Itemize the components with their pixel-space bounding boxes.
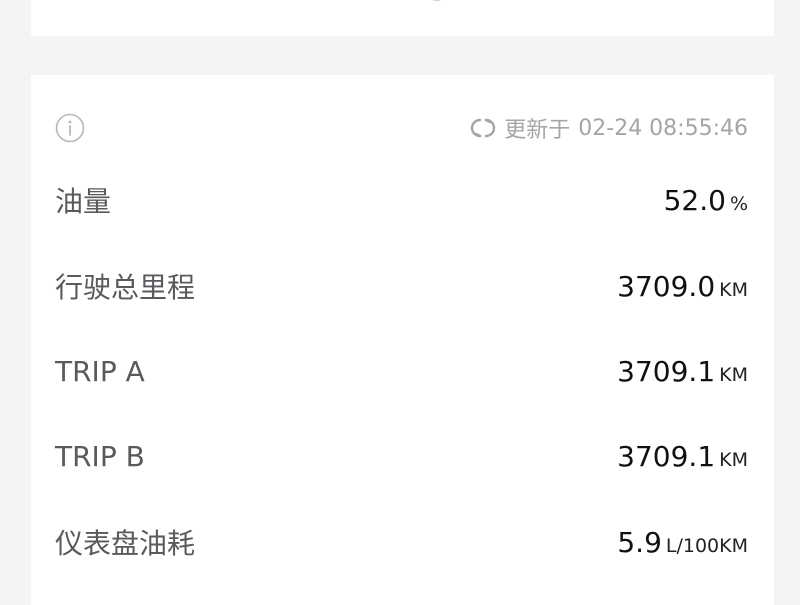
metric-value: 3709.1 xyxy=(617,354,716,388)
metric-unit: KM xyxy=(719,363,748,386)
metric-label: 行驶总里程 xyxy=(55,271,196,304)
update-prefix: 更新于 xyxy=(504,118,571,143)
metric-label: TRIP B xyxy=(55,439,145,473)
metric-value: 52.0 xyxy=(663,183,726,217)
metric-label: 油量 xyxy=(55,185,112,218)
metric-value: 3709.1 xyxy=(617,439,716,473)
metric-value: 3709.0 xyxy=(617,269,716,303)
metric-unit: L/100KM xyxy=(665,534,748,557)
metric-value-group: 3709.1 KM xyxy=(617,440,748,473)
metric-row-fuel-level: 油量 52.0 % xyxy=(55,180,748,220)
card-divider-mark xyxy=(433,0,441,1)
metric-value-group: 52.0 % xyxy=(664,184,748,217)
vehicle-status-card: 更新于 02-24 08:55:46 油量 52.0 % 行驶总里程 3709.… xyxy=(31,75,774,605)
metric-unit: KM xyxy=(719,448,748,471)
metric-unit: KM xyxy=(719,278,748,301)
metric-label: TRIP A xyxy=(55,354,145,388)
metric-value-group: 3709.1 KM xyxy=(617,355,748,388)
refresh-icon[interactable] xyxy=(470,115,496,141)
metric-label: 仪表盘油耗 xyxy=(55,527,196,560)
metric-value: 5.9 xyxy=(617,525,662,559)
metric-row-trip-a: TRIP A 3709.1 KM xyxy=(55,351,748,391)
update-time: 02-24 08:55:46 xyxy=(578,115,748,141)
metric-value-group: 3709.0 KM xyxy=(617,270,748,303)
update-status: 更新于 02-24 08:55:46 xyxy=(470,113,748,143)
info-icon[interactable] xyxy=(55,113,85,143)
metric-row-trip-b: TRIP B 3709.1 KM xyxy=(55,436,748,476)
metric-row-total-mileage: 行驶总里程 3709.0 KM xyxy=(55,266,748,306)
previous-card xyxy=(31,0,774,36)
metric-unit: % xyxy=(729,192,748,215)
metric-value-group: 5.9 L/100KM xyxy=(617,526,748,559)
metric-row-dashboard-fuel-consumption: 仪表盘油耗 5.9 L/100KM xyxy=(55,522,748,562)
